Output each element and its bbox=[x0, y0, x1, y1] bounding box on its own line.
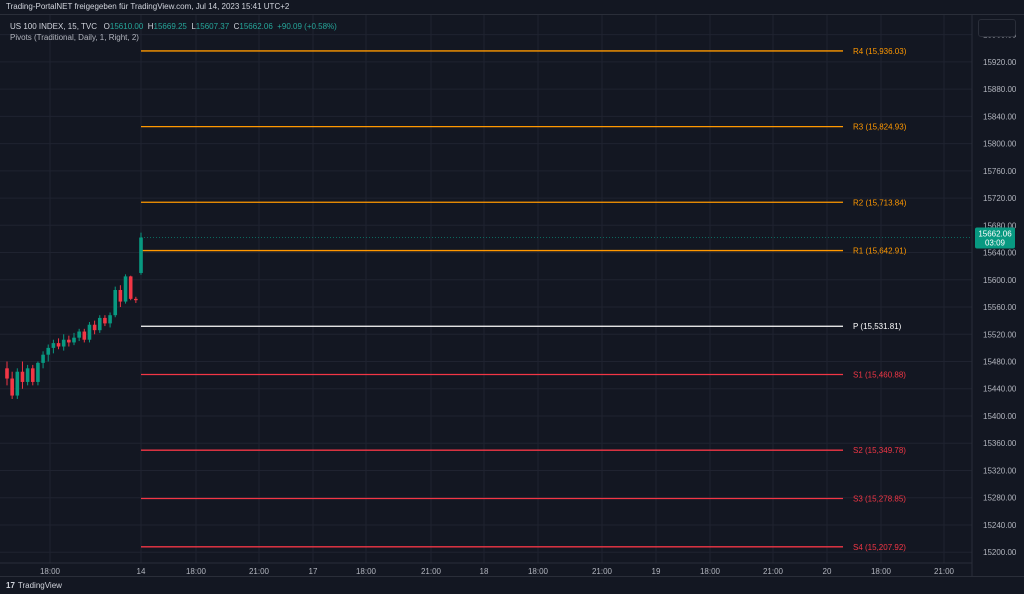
pivot-label: S2 (15,349.78) bbox=[853, 446, 906, 455]
candle-body[interactable] bbox=[113, 290, 118, 316]
y-tick-label: 15640.00 bbox=[983, 249, 1017, 258]
x-tick-label: 18 bbox=[480, 567, 489, 576]
y-tick-label: 15520.00 bbox=[983, 330, 1017, 339]
pivot-label: R3 (15,824.93) bbox=[853, 123, 907, 132]
candle-body[interactable] bbox=[61, 339, 66, 347]
chart-legend: US 100 INDEX, 15, TVC O15610.00 H15669.2… bbox=[10, 21, 337, 43]
candle-body[interactable] bbox=[87, 324, 92, 340]
candle-body[interactable] bbox=[67, 339, 71, 343]
candle-body[interactable] bbox=[30, 368, 35, 382]
candle-body[interactable] bbox=[41, 354, 45, 363]
footer-bar: 17 TradingView bbox=[0, 576, 1024, 594]
price-chart[interactable]: 15200.00 15240.00 15280.00 15320.00 15360.00… bbox=[0, 15, 1024, 577]
study-name[interactable]: Pivots (Traditional, Daily, 1, Right, 2) bbox=[10, 33, 139, 42]
chart-settings-box[interactable] bbox=[978, 19, 1016, 37]
candle-body[interactable] bbox=[46, 347, 51, 355]
y-tick-label: 15840.00 bbox=[983, 112, 1017, 121]
candle-body[interactable] bbox=[5, 368, 9, 379]
x-tick-label: 21:00 bbox=[934, 567, 955, 576]
high-value: 15669.25 bbox=[153, 22, 187, 31]
tradingview-brand[interactable]: TradingView bbox=[18, 581, 62, 590]
candle-body[interactable] bbox=[36, 362, 40, 382]
candle-body[interactable] bbox=[128, 276, 133, 299]
candle-body[interactable] bbox=[103, 317, 107, 324]
y-tick-label: 15720.00 bbox=[983, 194, 1017, 203]
y-tick-label: 15560.00 bbox=[983, 303, 1017, 312]
pivot-label: R1 (15,642.91) bbox=[853, 247, 907, 256]
last-price-value: 15662.06 bbox=[978, 230, 1012, 239]
candle-body[interactable] bbox=[123, 276, 128, 302]
x-tick-label: 19 bbox=[652, 567, 661, 576]
x-tick-label: 21:00 bbox=[592, 567, 613, 576]
attribution-bar: Trading-PortalNET freigegeben für Tradin… bbox=[0, 0, 1024, 14]
pivot-label: S1 (15,460.88) bbox=[853, 371, 906, 380]
y-tick-label: 15320.00 bbox=[983, 466, 1017, 475]
candle-body[interactable] bbox=[25, 368, 30, 382]
candle-body[interactable] bbox=[92, 324, 97, 331]
candle-body[interactable] bbox=[72, 337, 76, 343]
candle-body[interactable] bbox=[77, 331, 81, 338]
x-tick-label: 20 bbox=[823, 567, 832, 576]
candle-body[interactable] bbox=[118, 290, 123, 302]
chart-area[interactable]: 15200.00 15240.00 15280.00 15320.00 15360.00… bbox=[0, 14, 1024, 577]
y-tick-label: 15360.00 bbox=[983, 439, 1017, 448]
low-value: 15607.37 bbox=[195, 22, 230, 31]
candle-body[interactable] bbox=[56, 343, 61, 347]
x-tick-label: 21:00 bbox=[763, 567, 784, 576]
pivot-label: R4 (15,936.03) bbox=[853, 47, 907, 56]
y-tick-label: 15880.00 bbox=[983, 85, 1017, 94]
x-tick-label: 17 bbox=[309, 567, 318, 576]
study-legend-row[interactable]: Pivots (Traditional, Daily, 1, Right, 2) bbox=[10, 32, 337, 43]
candle-body[interactable] bbox=[97, 317, 102, 331]
pivot-label: S3 (15,278.85) bbox=[853, 494, 906, 503]
x-tick-label: 18:00 bbox=[871, 567, 892, 576]
candle-body[interactable] bbox=[134, 298, 138, 301]
x-tick-label: 21:00 bbox=[421, 567, 442, 576]
attribution-text: Trading-PortalNET freigegeben für Tradin… bbox=[6, 2, 290, 11]
x-tick-label: 14 bbox=[137, 567, 146, 576]
symbol-name[interactable]: US 100 INDEX, 15, TVC bbox=[10, 22, 97, 31]
y-tick-label: 15200.00 bbox=[983, 548, 1017, 557]
pivot-label: S4 (15,207.92) bbox=[853, 543, 906, 552]
pivot-label: P (15,531.81) bbox=[853, 322, 902, 331]
x-tick-label: 18:00 bbox=[700, 567, 721, 576]
x-tick-label: 21:00 bbox=[249, 567, 270, 576]
y-tick-label: 15400.00 bbox=[983, 412, 1017, 421]
close-value: 15662.06 bbox=[239, 22, 273, 31]
change-value: +90.09 (+0.58%) bbox=[277, 22, 337, 31]
y-tick-label: 15920.00 bbox=[983, 58, 1017, 67]
candle-body[interactable] bbox=[139, 237, 143, 273]
candle-body[interactable] bbox=[108, 315, 112, 324]
x-tick-label: 18:00 bbox=[186, 567, 207, 576]
candle-body[interactable] bbox=[82, 331, 87, 340]
candle-body[interactable] bbox=[20, 371, 25, 382]
y-tick-label: 15480.00 bbox=[983, 358, 1017, 367]
y-tick-label: 15440.00 bbox=[983, 385, 1017, 394]
x-tick-label: 18:00 bbox=[528, 567, 549, 576]
candle-body[interactable] bbox=[51, 343, 56, 348]
x-tick-label: 18:00 bbox=[356, 567, 377, 576]
ohlc-legend-row[interactable]: US 100 INDEX, 15, TVC O15610.00 H15669.2… bbox=[10, 21, 337, 32]
candle-body[interactable] bbox=[15, 371, 20, 396]
pivot-label: R2 (15,713.84) bbox=[853, 198, 907, 207]
candle-body[interactable] bbox=[10, 378, 14, 396]
y-tick-label: 15800.00 bbox=[983, 140, 1017, 149]
x-tick-label: 18:00 bbox=[40, 567, 61, 576]
y-tick-label: 15760.00 bbox=[983, 167, 1017, 176]
y-tick-label: 15240.00 bbox=[983, 521, 1017, 530]
open-value: 15610.00 bbox=[109, 22, 144, 31]
tradingview-logo-icon[interactable]: 17 bbox=[6, 577, 15, 594]
bar-countdown: 03:09 bbox=[985, 239, 1006, 248]
y-tick-label: 15600.00 bbox=[983, 276, 1017, 285]
y-tick-label: 15280.00 bbox=[983, 494, 1017, 503]
